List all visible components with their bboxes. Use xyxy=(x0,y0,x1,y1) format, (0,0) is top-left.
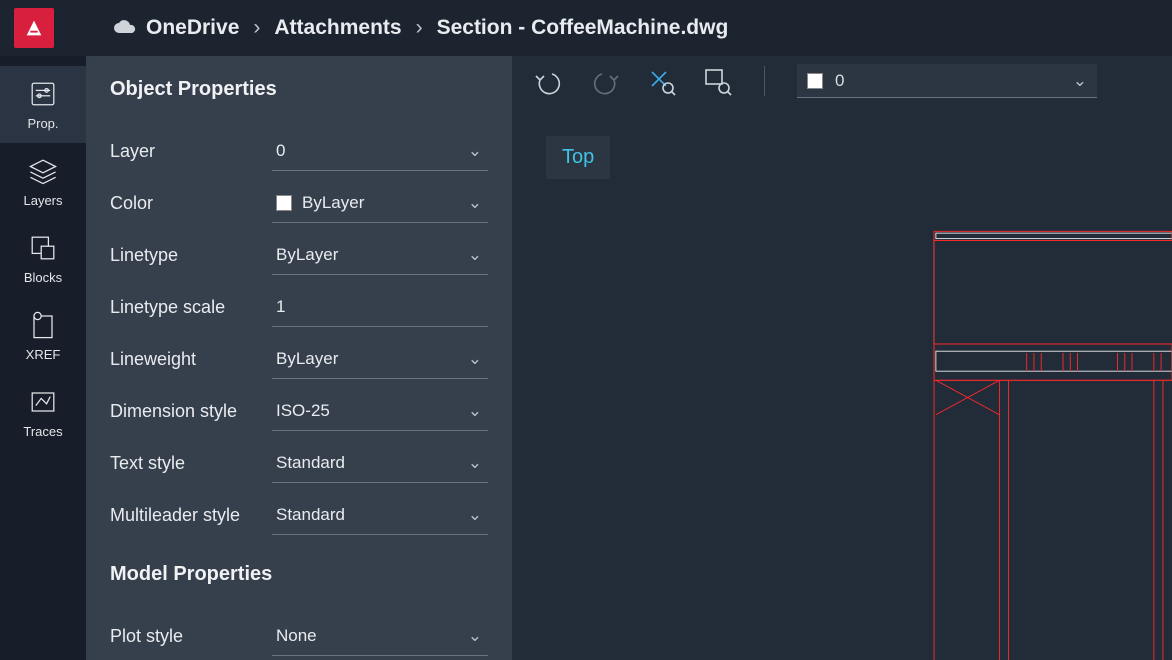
textstyle-dropdown[interactable]: Standard ⌄ xyxy=(272,443,488,483)
zoom-window-button[interactable] xyxy=(702,66,732,96)
rail-label: Prop. xyxy=(27,116,58,131)
breadcrumb-folder[interactable]: Attachments xyxy=(274,16,401,40)
object-properties-heading: Object Properties xyxy=(110,78,488,101)
lineweight-dropdown[interactable]: ByLayer ⌄ xyxy=(272,339,488,379)
redo-icon xyxy=(590,66,620,96)
layer-value: 0 xyxy=(276,141,285,161)
linetype-scale-input[interactable]: 1 ⌄ xyxy=(272,287,488,327)
layer-dropdown[interactable]: 0 ⌄ xyxy=(272,131,488,171)
rail-item-xref[interactable]: XREF xyxy=(0,297,86,374)
layers-icon xyxy=(25,153,61,189)
breadcrumb-root[interactable]: OneDrive xyxy=(146,16,239,40)
plotstyle-value: None xyxy=(276,626,317,646)
chevron-down-icon: ⌄ xyxy=(468,626,482,646)
textstyle-value: Standard xyxy=(276,453,345,473)
autocad-logo-icon xyxy=(23,17,45,39)
rail-item-properties[interactable]: Prop. xyxy=(0,66,86,143)
mleader-value: Standard xyxy=(276,505,345,525)
chevron-down-icon: ⌄ xyxy=(468,453,482,473)
color-swatch xyxy=(276,195,292,211)
linetype-label: Linetype xyxy=(110,245,272,266)
blocks-icon xyxy=(25,230,61,266)
zoom-extents-icon xyxy=(646,66,676,96)
app-logo[interactable] xyxy=(14,8,54,48)
chevron-right-icon: › xyxy=(253,16,260,40)
rail-label: Traces xyxy=(23,424,62,439)
cloud-icon xyxy=(112,19,138,37)
xref-icon xyxy=(25,307,61,343)
dimstyle-value: ISO-25 xyxy=(276,401,330,421)
rail-item-blocks[interactable]: Blocks xyxy=(0,220,86,297)
chevron-down-icon: ⌄ xyxy=(468,141,482,161)
chevron-down-icon: ⌄ xyxy=(468,193,482,213)
mleader-dropdown[interactable]: Standard ⌄ xyxy=(272,495,488,535)
lineweight-label: Lineweight xyxy=(110,349,272,370)
chevron-right-icon: › xyxy=(416,16,423,40)
linetype-value: ByLayer xyxy=(276,245,338,265)
rail-label: Blocks xyxy=(24,270,62,285)
linetype-scale-value: 1 xyxy=(276,297,285,317)
textstyle-label: Text style xyxy=(110,453,272,474)
viewport-toolbar: 0 ⌄ xyxy=(512,56,1172,106)
properties-panel: Object Properties Layer 0 ⌄ Color ByLaye… xyxy=(86,56,512,660)
current-layer-value: 0 xyxy=(835,71,844,91)
linetype-dropdown[interactable]: ByLayer ⌄ xyxy=(272,235,488,275)
layer-swatch xyxy=(807,73,823,89)
undo-button[interactable] xyxy=(534,66,564,96)
dimstyle-label: Dimension style xyxy=(110,401,272,422)
app-header: OneDrive › Attachments › Section - Coffe… xyxy=(0,0,1172,56)
rail-label: Layers xyxy=(23,193,62,208)
drawing-canvas[interactable] xyxy=(512,106,1172,660)
chevron-down-icon: ⌄ xyxy=(468,245,482,265)
mleader-label: Multileader style xyxy=(110,505,272,526)
zoom-window-icon xyxy=(702,66,732,96)
color-value: ByLayer xyxy=(302,193,364,213)
dimstyle-dropdown[interactable]: ISO-25 ⌄ xyxy=(272,391,488,431)
tool-rail: Prop. Layers Blocks XREF Traces xyxy=(0,56,86,660)
properties-icon xyxy=(25,76,61,112)
rail-label: XREF xyxy=(26,347,61,362)
color-label: Color xyxy=(110,193,272,214)
chevron-down-icon: ⌄ xyxy=(468,401,482,421)
zoom-extents-button[interactable] xyxy=(646,66,676,96)
current-layer-dropdown[interactable]: 0 ⌄ xyxy=(797,64,1097,98)
breadcrumb: OneDrive › Attachments › Section - Coffe… xyxy=(112,16,728,40)
linetype-scale-label: Linetype scale xyxy=(110,297,272,318)
chevron-down-icon: ⌄ xyxy=(1073,71,1087,91)
toolbar-separator xyxy=(764,66,765,96)
rail-item-traces[interactable]: Traces xyxy=(0,374,86,451)
breadcrumb-file[interactable]: Section - CoffeeMachine.dwg xyxy=(437,16,729,40)
lineweight-value: ByLayer xyxy=(276,349,338,369)
drawing-viewport[interactable]: 0 ⌄ Top xyxy=(512,56,1172,660)
plotstyle-dropdown[interactable]: None ⌄ xyxy=(272,616,488,656)
color-dropdown[interactable]: ByLayer ⌄ xyxy=(272,183,488,223)
redo-button[interactable] xyxy=(590,66,620,96)
undo-icon xyxy=(534,66,564,96)
traces-icon xyxy=(25,384,61,420)
plotstyle-label: Plot style xyxy=(110,626,272,647)
model-properties-heading: Model Properties xyxy=(110,563,488,586)
chevron-down-icon: ⌄ xyxy=(468,349,482,369)
chevron-down-icon: ⌄ xyxy=(468,505,482,525)
layer-label: Layer xyxy=(110,141,272,162)
rail-item-layers[interactable]: Layers xyxy=(0,143,86,220)
